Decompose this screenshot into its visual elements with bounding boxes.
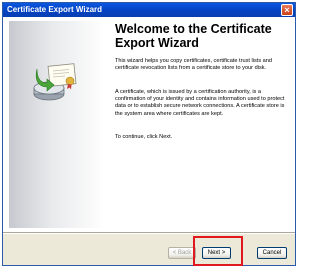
wizard-footer: < Back Next > Cancel: [3, 232, 295, 265]
screenshot-frame: Certificate Export Wizard × Welcome to t…: [0, 0, 300, 269]
close-button[interactable]: ×: [281, 4, 293, 16]
certificate-export-wizard-dialog: Certificate Export Wizard × Welcome to t…: [2, 2, 296, 266]
continue-instruction: To continue, click Next.: [115, 134, 173, 140]
intro-paragraph: This wizard helps you copy certificates,…: [115, 58, 272, 72]
certificate-export-icon: [33, 63, 77, 101]
cancel-button[interactable]: Cancel: [257, 247, 287, 259]
welcome-heading: Welcome to the Certificate Export Wizard: [115, 22, 272, 50]
title-bar[interactable]: Certificate Export Wizard ×: [3, 3, 295, 17]
close-icon: ×: [284, 5, 290, 15]
next-button-highlight: [193, 236, 243, 266]
wizard-side-panel: [9, 21, 105, 228]
footer-divider: [3, 232, 295, 234]
wizard-content: Welcome to the Certificate Export Wizard…: [3, 17, 295, 232]
certificate-description-paragraph: A certificate, which is issued by a cert…: [115, 89, 285, 117]
window-title: Certificate Export Wizard: [7, 5, 103, 14]
back-button[interactable]: < Back: [168, 247, 196, 259]
